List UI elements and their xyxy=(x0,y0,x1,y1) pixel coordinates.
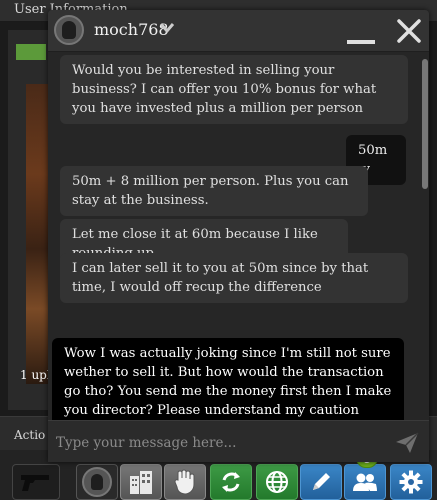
trade-button[interactable] xyxy=(210,464,252,500)
gear-icon xyxy=(399,470,423,494)
status-bar xyxy=(16,44,46,60)
close-icon[interactable] xyxy=(394,16,424,46)
edit-button[interactable] xyxy=(300,464,342,500)
trade-icon xyxy=(222,472,240,492)
weapon-slot[interactable] xyxy=(12,464,60,500)
pencil-icon xyxy=(313,473,330,490)
travel-button[interactable] xyxy=(256,464,298,500)
chat-username[interactable]: moch768 xyxy=(94,20,169,39)
city-icon xyxy=(130,471,152,494)
chat-header: moch768 xyxy=(48,10,429,52)
chat-avatar-button[interactable] xyxy=(76,464,118,500)
scrollbar-thumb[interactable] xyxy=(422,59,428,189)
gun-icon xyxy=(21,475,49,491)
fist-icon xyxy=(174,469,195,495)
avatar[interactable] xyxy=(54,15,84,45)
city-button[interactable] xyxy=(120,464,162,500)
message-input[interactable] xyxy=(56,430,386,456)
minimize-icon[interactable] xyxy=(344,18,378,46)
message-highlighted: Wow I was actually joking since I'm stil… xyxy=(52,338,404,420)
people-icon xyxy=(353,473,377,491)
settings-button[interactable] xyxy=(390,464,432,500)
chat-scrollbar[interactable] xyxy=(420,53,429,420)
message-composer xyxy=(48,420,429,462)
user-avatar-icon xyxy=(82,467,112,497)
chevron-down-icon[interactable] xyxy=(160,22,174,34)
profile-caption: 1 upl xyxy=(20,368,51,382)
message-incoming: I can later sell it to you at 50m since … xyxy=(60,253,408,303)
actions-label: Actio xyxy=(14,428,46,442)
send-icon[interactable] xyxy=(394,431,420,455)
friends-button[interactable] xyxy=(344,464,386,500)
fist-button[interactable] xyxy=(164,464,206,500)
message-list[interactable]: Would you be interested in selling your … xyxy=(48,53,420,420)
message-incoming: Would you be interested in selling your … xyxy=(60,55,408,124)
message-incoming: 50m + 8 million per person. Plus you can… xyxy=(60,166,368,216)
chat-window: moch768 Would you be interested in selli… xyxy=(48,10,429,462)
globe-icon xyxy=(266,471,288,493)
